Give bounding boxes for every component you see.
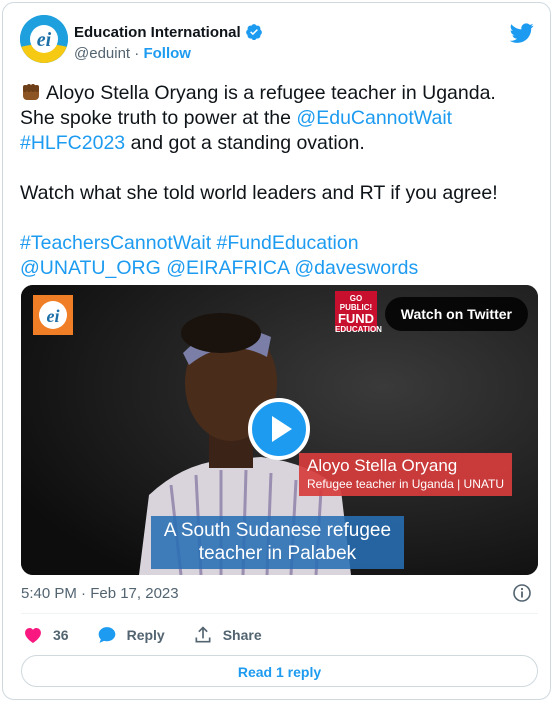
go-public-badge: GO PUBLIC! FUND EDUCATION [335, 291, 382, 334]
author-name-row[interactable]: Education International [74, 23, 263, 41]
mention-daveswords[interactable]: @daveswords [294, 257, 418, 279]
read-replies-button[interactable]: Read 1 reply [21, 655, 538, 687]
video-subtitle: A South Sudanese refugee teacher in Pala… [151, 516, 404, 569]
lower-third-name: Aloyo Stella Oryang [307, 456, 458, 475]
separator: · [134, 45, 140, 62]
author-name[interactable]: Education International [74, 24, 241, 41]
badge-line1: GO PUBLIC! [339, 294, 373, 312]
tweet-card: ei Education International @eduint · Fol… [2, 2, 551, 700]
svg-text:ei: ei [47, 306, 60, 326]
action-bar: 36 Reply Share [23, 625, 262, 645]
divider [21, 613, 538, 614]
heart-icon [25, 628, 41, 643]
reply-label: Reply [126, 627, 165, 643]
video-player[interactable]: ei GO PUBLIC! FUND EDUCATION Watch on Tw… [21, 285, 538, 575]
badge-line3: EDUCATION [335, 325, 382, 334]
tweet-line3: and got a standing ovation. [125, 132, 365, 154]
lower-third-role: Refugee teacher in Uganda | UNATU [307, 477, 504, 491]
ei-logo: ei [33, 295, 73, 335]
watch-on-twitter-button[interactable]: Watch on Twitter [384, 297, 528, 331]
mention-educannotwait[interactable]: @EduCannotWait [296, 107, 452, 129]
raised-fist-icon [23, 84, 39, 100]
info-icon[interactable] [512, 583, 532, 603]
twitter-bird-icon[interactable] [510, 21, 534, 45]
tweet-timestamp[interactable]: 5:40 PM · Feb 17, 2023 [21, 585, 179, 602]
hashtag-hlfc2023[interactable]: #HLFC2023 [20, 132, 125, 154]
author-handle[interactable]: @eduint [74, 45, 130, 62]
verified-badge-icon [245, 24, 262, 41]
reply-bubble-icon [98, 627, 115, 643]
play-button[interactable] [248, 398, 310, 460]
mention-eirafrica[interactable]: @EIRAFRICA [166, 257, 289, 279]
tweet-line2: She spoke truth to power at the [20, 107, 297, 129]
avatar[interactable]: ei [20, 15, 68, 63]
share-icon [195, 626, 211, 643]
tweet-line1: Aloyo Stella Oryang is a refugee teacher… [46, 82, 496, 104]
hashtag-teacherscannotwait[interactable]: #TeachersCannotWait [20, 232, 211, 254]
follow-button[interactable]: Follow [143, 45, 191, 62]
svg-text:ei: ei [37, 29, 52, 51]
tweet-text: Aloyo Stella Oryang is a refugee teacher… [20, 81, 530, 281]
share-button[interactable]: Share [193, 625, 262, 645]
like-button[interactable]: 36 [23, 625, 69, 645]
tweet-paragraph2: Watch what she told world leaders and RT… [20, 182, 498, 204]
badge-line2: FUND [337, 311, 375, 326]
lower-third-caption: Aloyo Stella Oryang Refugee teacher in U… [299, 453, 512, 496]
like-count: 36 [53, 627, 69, 643]
play-icon [272, 416, 292, 442]
mention-unatu[interactable]: @UNATU_ORG [20, 257, 161, 279]
reply-button[interactable]: Reply [97, 625, 165, 645]
handle-row: @eduint · Follow [74, 45, 191, 62]
share-label: Share [222, 627, 262, 643]
hashtag-fundeducation[interactable]: #FundEducation [217, 232, 359, 254]
